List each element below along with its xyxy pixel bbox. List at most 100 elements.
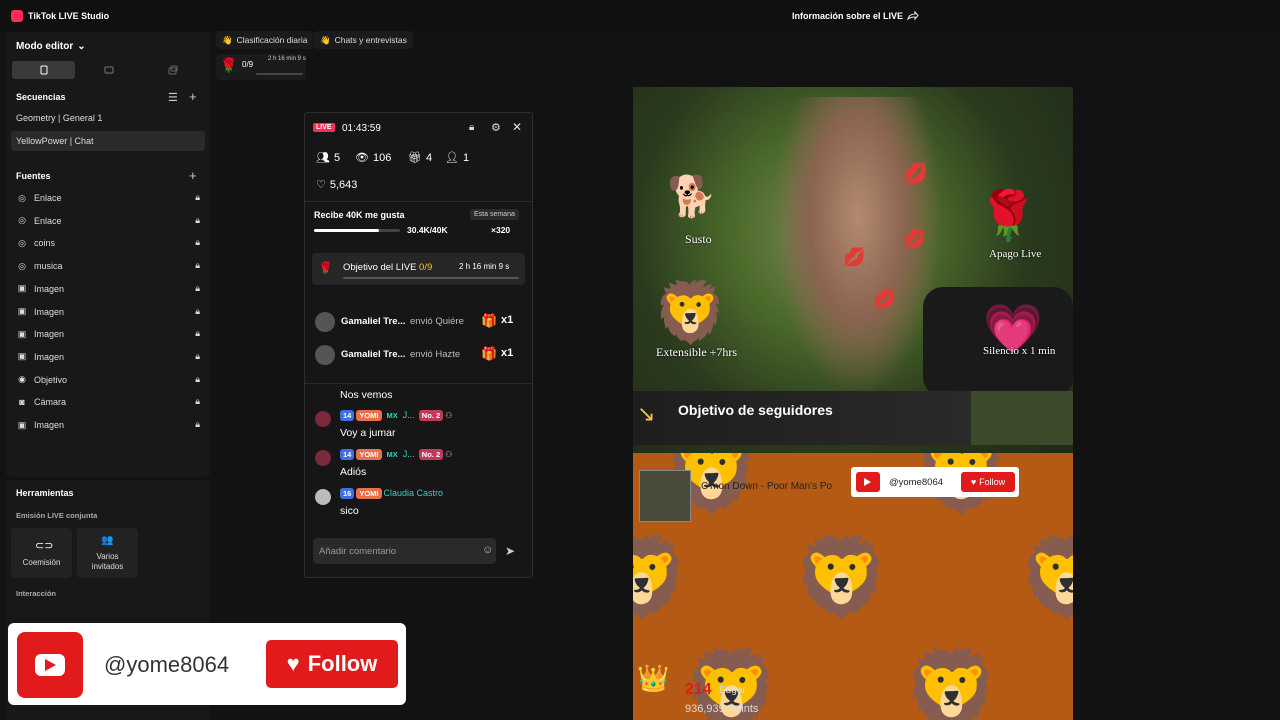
source-item[interactable]: ▣ Imagen 🔒︎ bbox=[16, 302, 204, 322]
gift-count: x1 bbox=[501, 314, 514, 326]
follow-banner-handle: @yome8064 bbox=[104, 652, 230, 677]
globe-icon: ◎ bbox=[18, 192, 26, 203]
source-item[interactable]: ◉ Objetivo 🔒︎ bbox=[16, 370, 204, 390]
chat-text: Voy a jumar bbox=[340, 427, 396, 439]
image-icon: ▣ bbox=[17, 351, 27, 362]
goal-banner-title: Objetivo de seguidores bbox=[678, 402, 833, 418]
lion-overlay: 🦁 🦁 🦁 🦁 🦁 🦁 🦁 C'mon Down - Poor Man's Po… bbox=[633, 453, 1073, 720]
mini-goal-widget[interactable]: 🌹 0/9 2 h 16 min 9 s bbox=[216, 54, 306, 80]
target-icon: ◉ bbox=[18, 374, 26, 385]
lock-icon[interactable]: 🔒︎ bbox=[195, 215, 200, 226]
follow-banner-button[interactable]: ♥ Follow bbox=[266, 640, 398, 688]
gift-label: Susto bbox=[685, 232, 712, 246]
layout-dual-button[interactable] bbox=[142, 61, 204, 79]
chat-message: 14 YOMI MX J... No. 2 ⚇ Voy a jumar bbox=[315, 409, 525, 445]
source-item[interactable]: ▣ Imagen 🔒︎ bbox=[16, 279, 204, 299]
multi-guest-button[interactable]: 👥 Varios invitados bbox=[77, 528, 138, 578]
lock-icon[interactable]: 🔒︎ bbox=[195, 351, 200, 362]
country-badge: MX bbox=[386, 411, 398, 420]
lock-icon[interactable]: 🔒︎ bbox=[195, 374, 200, 385]
gift-event-row: Gamaliel Tre... envió Quiére 🎁 x1 bbox=[315, 312, 525, 336]
follow-label: Follow bbox=[979, 477, 1006, 487]
gift-icon: 🎁 bbox=[481, 346, 498, 361]
source-item[interactable]: ▣ Imagen 🔒︎ bbox=[16, 415, 204, 435]
dual-layout-icon bbox=[168, 65, 178, 75]
lock-icon[interactable]: 🔒︎ bbox=[195, 237, 200, 248]
source-item[interactable]: ◎ musica 🔒︎ bbox=[16, 256, 204, 276]
send-icon[interactable]: ➤ bbox=[505, 544, 515, 558]
lion-icon: 🦁 bbox=[633, 533, 691, 621]
source-item[interactable]: ◎ Enlace 🔒︎ bbox=[16, 188, 204, 208]
source-item[interactable]: ▣ Imagen 🔒︎ bbox=[16, 324, 204, 344]
followers-goal-banner: ↘ Objetivo de seguidores bbox=[633, 391, 971, 445]
reward-text: ×320 bbox=[491, 225, 511, 235]
rank-badge: No. 2 bbox=[418, 449, 444, 460]
goal-progress bbox=[343, 277, 519, 279]
follow-banner-label: Follow bbox=[307, 651, 378, 676]
layout-portrait-button[interactable] bbox=[12, 61, 75, 79]
lock-icon[interactable]: 🔒︎ bbox=[469, 122, 474, 133]
lion-icon: 🦁 bbox=[1018, 533, 1073, 621]
globe-icon: ◎ bbox=[18, 237, 26, 248]
share-icon[interactable] bbox=[906, 9, 919, 22]
lock-icon[interactable]: 🔒︎ bbox=[195, 192, 200, 203]
views-count: 106 bbox=[372, 151, 392, 164]
source-label: Enlace bbox=[34, 193, 62, 203]
user-icon: ⚇ bbox=[445, 411, 453, 420]
add-source-icon[interactable]: + bbox=[189, 168, 197, 183]
add-sequence-icon[interactable]: + bbox=[189, 89, 197, 104]
comment-input[interactable]: Añadir comentario ☺ bbox=[313, 538, 496, 564]
dog-gift-icon: 🐕 bbox=[667, 175, 717, 219]
goal-time: 2 h 16 min 9 s bbox=[459, 262, 510, 271]
viewers-stat: 👥︎ 5 bbox=[316, 151, 340, 165]
level-badge: 14 bbox=[340, 449, 355, 460]
hand-icon: 👋 bbox=[320, 34, 331, 45]
layout-landscape-button[interactable] bbox=[78, 61, 140, 79]
lock-icon[interactable]: 🔒︎ bbox=[195, 283, 200, 294]
sequence-item[interactable]: Geometry | General 1 bbox=[16, 108, 204, 128]
lock-icon[interactable]: 🔒︎ bbox=[195, 419, 200, 430]
avatar bbox=[315, 312, 335, 332]
source-item[interactable]: ◎ coins 🔒︎ bbox=[16, 233, 204, 253]
leader-points: 936,939 Points bbox=[685, 703, 759, 715]
image-icon: ▣ bbox=[17, 419, 27, 430]
chat-user[interactable]: J... bbox=[403, 410, 415, 420]
live-info-link[interactable]: Información sobre el LIVE bbox=[792, 11, 903, 21]
mini-goal-time: 2 h 16 min 9 s bbox=[268, 56, 306, 62]
gift-event-row: Gamaliel Tre... envió Hazte 🎁 x1 bbox=[315, 345, 525, 369]
lock-icon[interactable]: 🔒︎ bbox=[195, 260, 200, 271]
eye-icon: 👁︎ bbox=[355, 152, 369, 164]
chat-user[interactable]: Claudia Castro bbox=[384, 488, 444, 498]
tab-chats-interviews[interactable]: 👋 Chats y entrevistas bbox=[314, 31, 413, 49]
cohost-button[interactable]: ⊂⊃ Coemisión bbox=[11, 528, 72, 578]
source-item[interactable]: ◙ Cámara 🔒︎ bbox=[16, 392, 204, 412]
source-item[interactable]: ▣ Imagen 🔒︎ bbox=[16, 347, 204, 367]
likes-stat: ♡ 5,643 bbox=[316, 178, 358, 192]
list-icon[interactable]: ☰ bbox=[168, 91, 178, 104]
new-followers-count: 1 bbox=[462, 151, 470, 164]
goal-label-row: Objetivo del LIVE 0/9 bbox=[343, 262, 432, 273]
likes-count: 5,643 bbox=[329, 178, 358, 191]
settings-gear-icon[interactable]: ⚙ bbox=[491, 121, 501, 134]
close-icon[interactable]: ✕ bbox=[512, 120, 522, 134]
level-badge: 16 bbox=[340, 488, 355, 499]
heart-icon: ♥ bbox=[970, 477, 977, 487]
heart-icon: ♥ bbox=[286, 651, 300, 676]
chat-user[interactable]: J... bbox=[403, 449, 415, 459]
sequence-item-active[interactable]: YellowPower | Chat bbox=[11, 131, 205, 151]
source-item[interactable]: ◎ Enlace 🔒︎ bbox=[16, 211, 204, 231]
lock-icon[interactable]: 🔒︎ bbox=[195, 396, 200, 407]
tab-daily-ranking[interactable]: 👋 Clasificación diaria bbox=[216, 31, 314, 49]
follow-button[interactable]: ♥ Follow bbox=[961, 472, 1015, 492]
crown-icon: 👑 bbox=[637, 663, 670, 693]
mode-label: Modo editor bbox=[16, 41, 74, 52]
lock-icon[interactable]: 🔒︎ bbox=[195, 306, 200, 317]
emoji-icon[interactable]: ☺ bbox=[482, 544, 493, 556]
sequences-header: Secuencias bbox=[16, 92, 66, 102]
live-goal-card[interactable]: 🌹 Objetivo del LIVE 0/9 2 h 16 min 9 s bbox=[312, 253, 525, 285]
image-icon: ▣ bbox=[17, 306, 27, 316]
mode-selector[interactable]: Modo editor ⌄ bbox=[16, 41, 86, 52]
lock-icon[interactable]: 🔒︎ bbox=[195, 328, 200, 339]
chat-message: Nos vemos bbox=[315, 387, 525, 405]
image-icon: ▣ bbox=[17, 283, 27, 294]
